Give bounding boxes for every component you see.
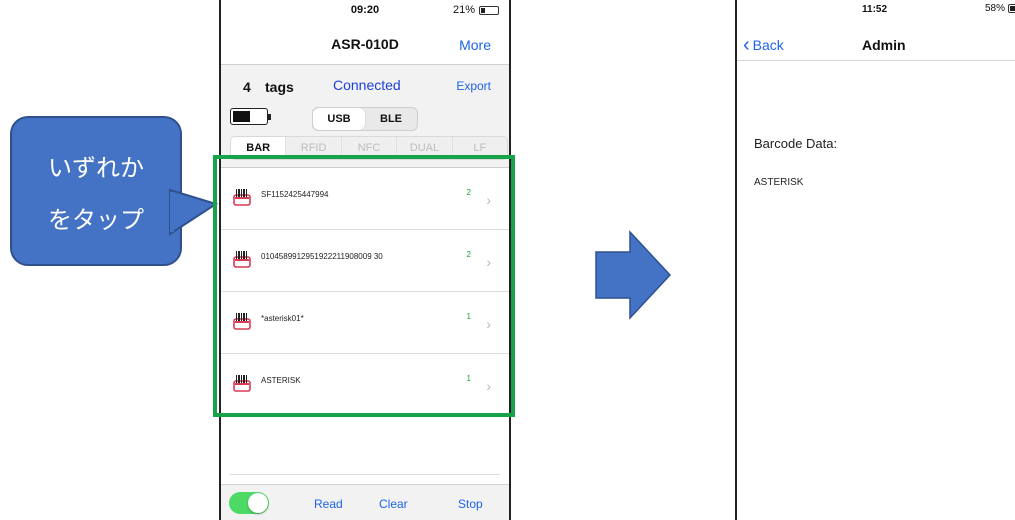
tab-bar[interactable]: BAR xyxy=(231,137,286,159)
callout-line-1: いずれか xyxy=(48,154,144,182)
instruction-callout: いずれか をタップ xyxy=(10,116,182,266)
segment-ble[interactable]: BLE xyxy=(365,108,417,130)
device-battery-icon xyxy=(230,108,271,125)
list-item[interactable]: 0104589912951922211908009 30 2 › xyxy=(221,230,509,292)
read-count: 2 xyxy=(466,250,471,259)
list-item[interactable]: *asterisk01* 1 › xyxy=(221,292,509,354)
read-mode-toggle[interactable] xyxy=(229,492,269,514)
barcode-data-value: ASTERISK xyxy=(754,177,804,188)
tag-value: *asterisk01* xyxy=(261,314,304,323)
callout-pointer xyxy=(169,188,219,236)
nav-bar: ‹ Back Admin xyxy=(737,24,1015,61)
tags-label: tags xyxy=(265,79,294,95)
barcode-icon xyxy=(233,251,251,268)
tag-value: 0104589912951922211908009 30 xyxy=(261,252,383,261)
summary-row: 4 tags Connected Export xyxy=(221,77,509,97)
tag-count: 4 xyxy=(243,79,251,95)
battery-percent: 21% xyxy=(452,4,475,16)
tab-lf[interactable]: LF xyxy=(451,137,507,159)
read-count: 1 xyxy=(466,312,471,321)
more-button[interactable]: More xyxy=(459,37,491,53)
read-button[interactable]: Read xyxy=(314,497,343,511)
chevron-right-icon: › xyxy=(486,254,491,270)
barcode-icon xyxy=(233,375,251,392)
chevron-right-icon: › xyxy=(486,316,491,332)
status-battery: 58% xyxy=(985,3,1015,14)
battery-icon xyxy=(1008,4,1015,13)
tag-value: SF1152425447994 xyxy=(261,190,329,199)
battery-percent: 58% xyxy=(985,3,1006,14)
export-button[interactable]: Export xyxy=(456,79,491,93)
reader-toolbar: 4 tags Connected Export USB BLE BAR RFID… xyxy=(221,65,509,168)
barcode-icon xyxy=(233,313,251,330)
list-item[interactable]: SF1152425447994 2 › xyxy=(221,168,509,230)
battery-icon xyxy=(479,5,499,15)
bottom-toolbar: Read Clear Stop xyxy=(221,484,509,520)
read-count: 1 xyxy=(466,374,471,383)
connection-segmented-control: USB BLE xyxy=(312,107,418,131)
list-item[interactable]: ASTERISK 1 › xyxy=(221,354,509,416)
chevron-left-icon: ‹ xyxy=(743,34,750,56)
status-bar: 11:52 58% xyxy=(737,2,1015,20)
chevron-right-icon: › xyxy=(486,378,491,394)
chevron-right-icon: › xyxy=(486,192,491,208)
status-bar: 09:20 21% xyxy=(221,2,509,20)
status-battery: 21% xyxy=(453,4,499,16)
connection-status: Connected xyxy=(333,77,401,93)
tab-rfid[interactable]: RFID xyxy=(285,137,340,159)
page-title: Admin xyxy=(862,37,906,53)
barcode-data-label: Barcode Data: xyxy=(754,136,838,151)
read-count: 2 xyxy=(466,188,471,197)
back-label: Back xyxy=(752,37,784,53)
divider xyxy=(230,474,500,475)
barcode-icon xyxy=(233,189,251,206)
tab-nfc[interactable]: NFC xyxy=(340,137,396,159)
stop-button[interactable]: Stop xyxy=(458,497,483,511)
tab-dual[interactable]: DUAL xyxy=(396,137,451,159)
toggle-knob xyxy=(248,493,268,513)
callout-line-2: をタップ xyxy=(48,206,144,234)
phone-screen-list: 09:20 21% ASR-010D More 4 tags Connected… xyxy=(219,0,511,520)
segment-usb[interactable]: USB xyxy=(313,108,365,130)
mode-tabs: BAR RFID NFC DUAL LF xyxy=(230,136,508,160)
phone-screen-detail: 11:52 58% ‹ Back Admin Barcode Data: AST… xyxy=(735,0,1015,520)
tag-value: ASTERISK xyxy=(261,376,301,385)
right-arrow-icon xyxy=(595,230,672,320)
nav-bar: ASR-010D More xyxy=(221,20,509,65)
status-time: 11:52 xyxy=(862,4,888,15)
back-button[interactable]: ‹ Back xyxy=(743,34,784,56)
clear-button[interactable]: Clear xyxy=(379,497,408,511)
